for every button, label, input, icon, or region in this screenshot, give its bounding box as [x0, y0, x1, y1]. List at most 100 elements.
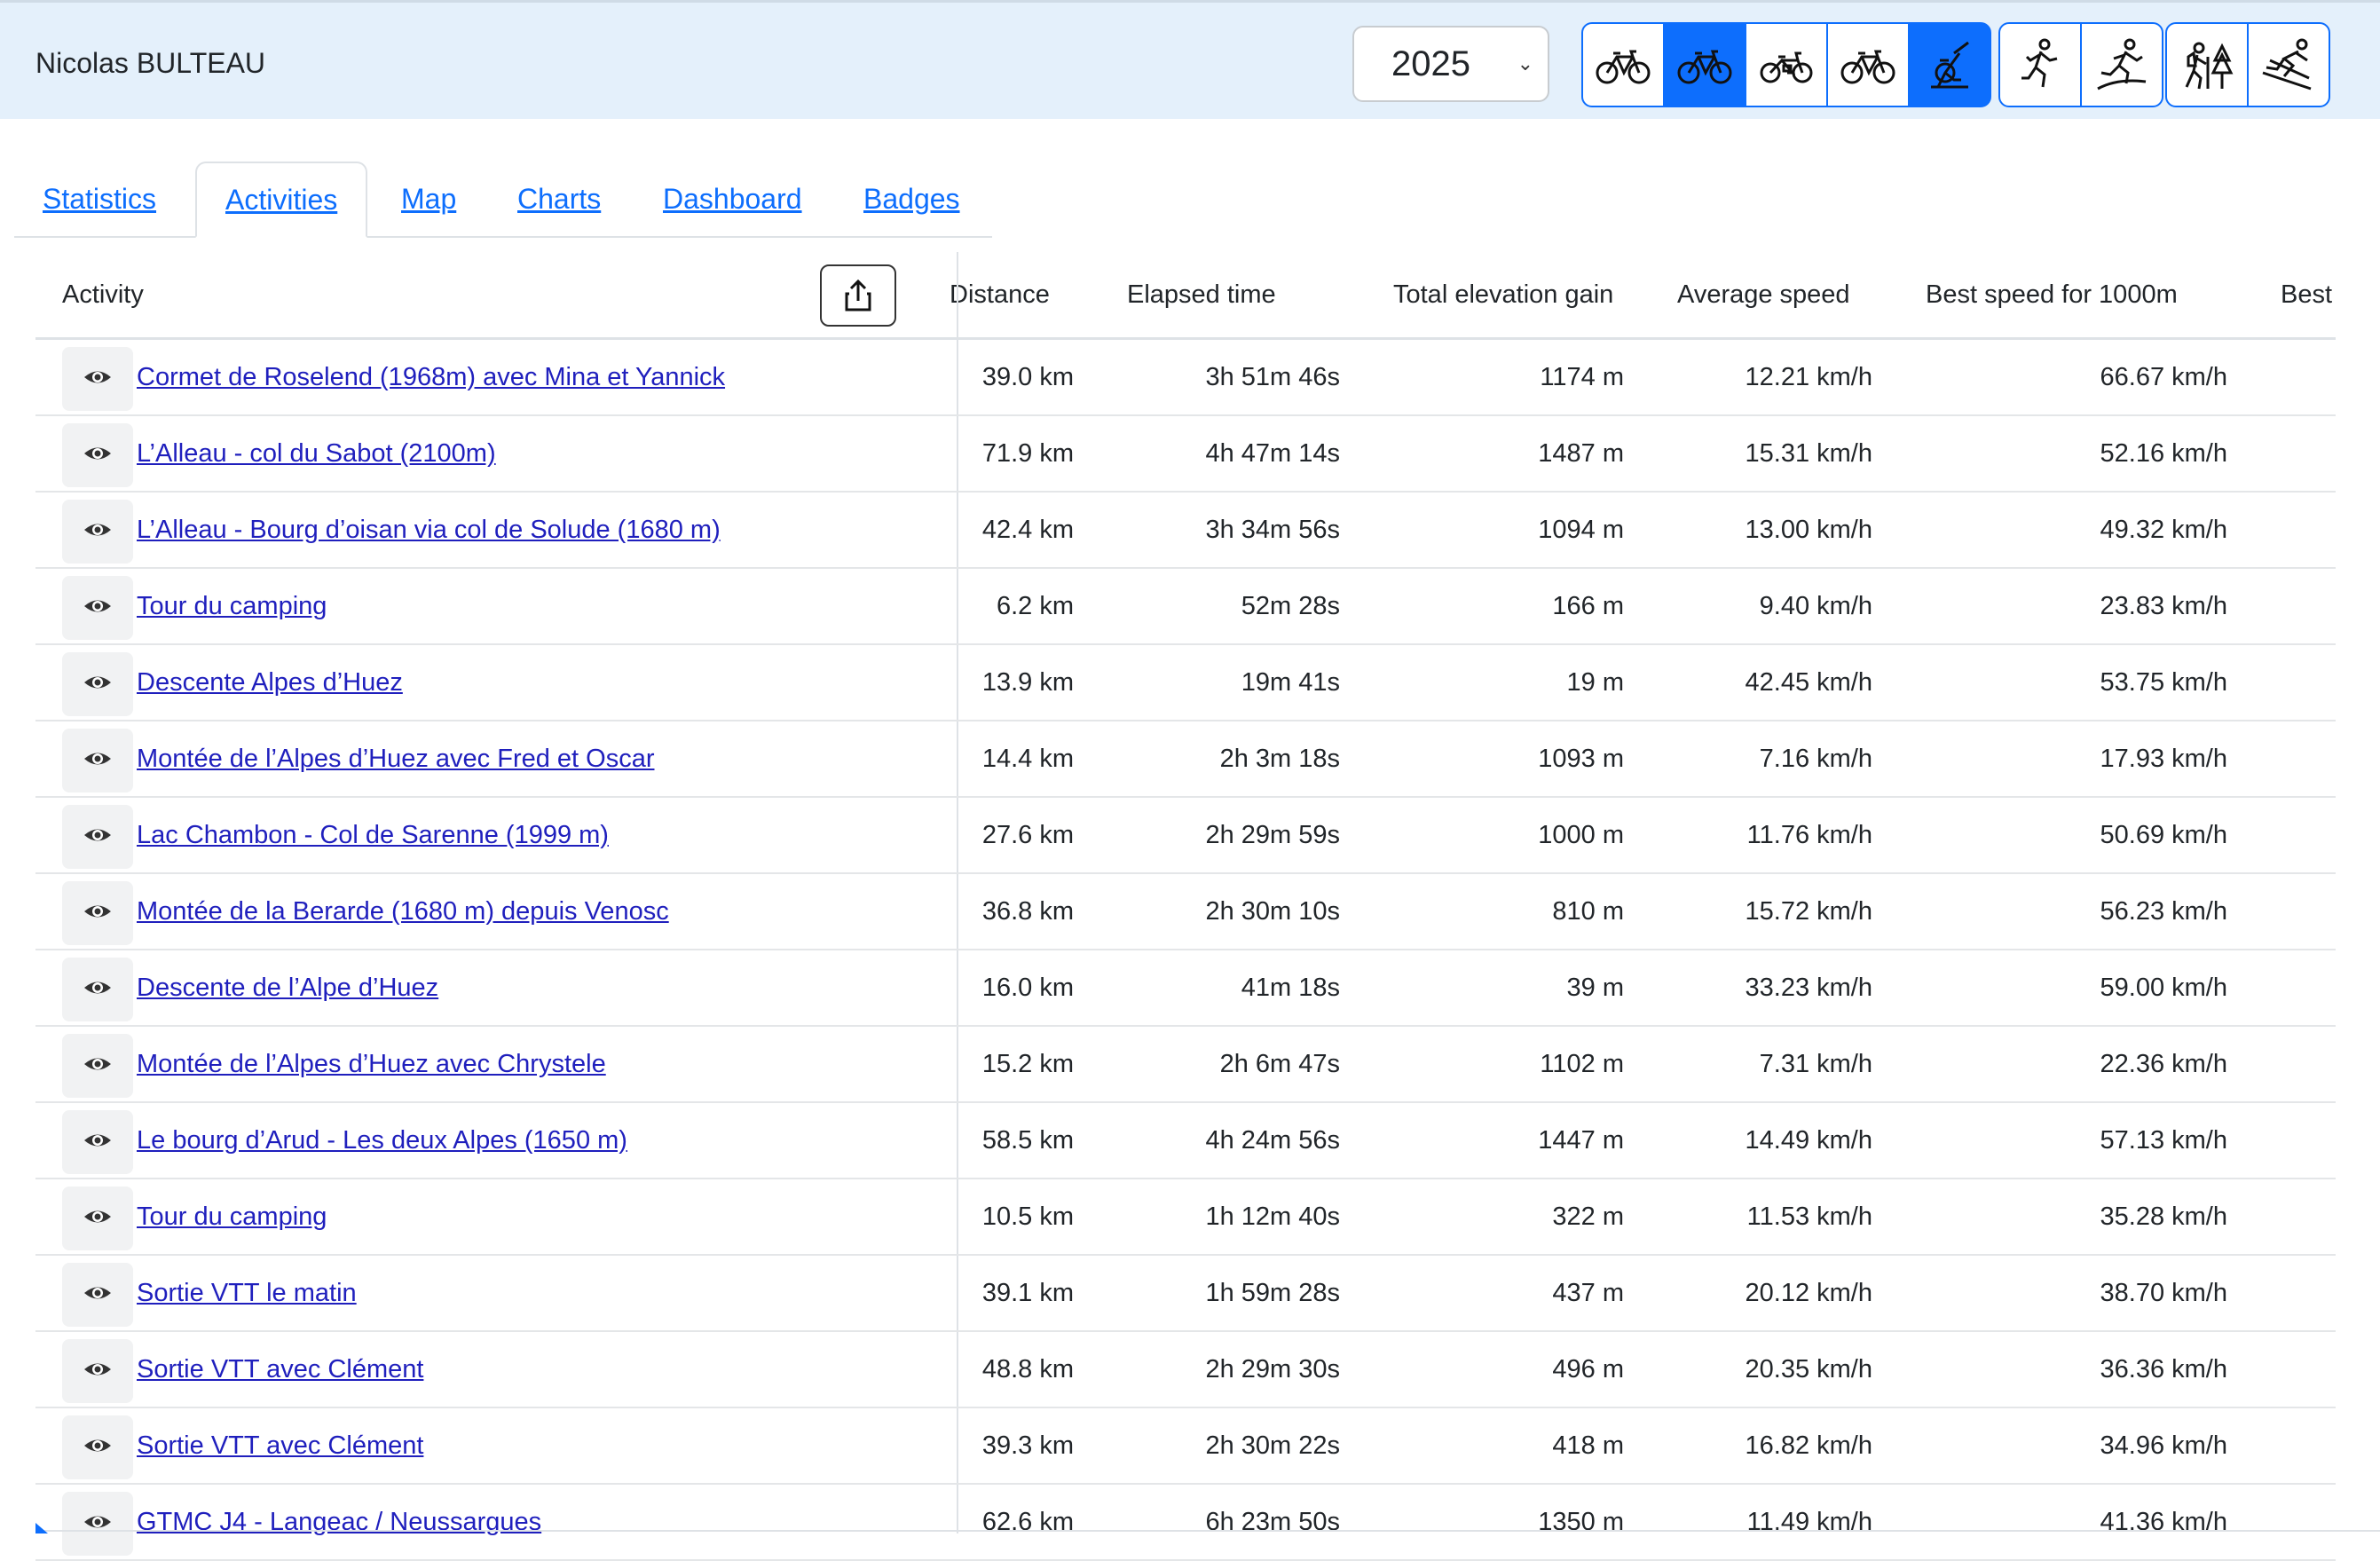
activity-link[interactable]: L’Alleau - Bourg d’oisan via col de Solu… [137, 493, 721, 567]
best-speed-cell: 56.23 km/h [2100, 897, 2227, 926]
elapsed-time-cell: 19m 41s [1241, 668, 1340, 697]
activity-link[interactable]: Tour du camping [137, 1179, 327, 1254]
header-best-more[interactable]: Best [2281, 252, 2332, 337]
activity-link[interactable]: Descente de l’Alpe d’Huez [137, 950, 438, 1025]
e-bike-button[interactable] [1745, 22, 1828, 107]
resize-handle[interactable] [35, 1523, 48, 1533]
tab-activities[interactable]: Activities [195, 162, 368, 238]
table-row: Sortie VTT le matin 39.1 km 1h 59m 28s 437 … [35, 1256, 2336, 1332]
view-activity-button[interactable] [62, 1263, 133, 1327]
year-select[interactable]: 2025 ⌄ [1352, 26, 1549, 102]
elevation-cell: 39 m [1566, 974, 1624, 1002]
view-activity-button[interactable] [62, 881, 133, 945]
best-speed-cell: 23.83 km/h [2100, 592, 2227, 620]
run-type-group [1998, 22, 2163, 107]
trail-running-button[interactable] [2080, 22, 2163, 107]
table-row: Tour du camping 6.2 km 52m 28s 166 m 9.40 km… [35, 569, 2336, 645]
activity-link[interactable]: Montée de l’Alpes d’Huez avec Chrystele [137, 1027, 606, 1101]
trail-running-icon [2097, 38, 2147, 91]
eye-icon [82, 1124, 114, 1161]
average-speed-cell: 20.12 km/h [1745, 1279, 1872, 1307]
elevation-cell: 19 m [1566, 668, 1624, 697]
elapsed-time-cell: 3h 34m 56s [1205, 516, 1340, 544]
view-activity-button[interactable] [62, 1187, 133, 1250]
road-bike-button[interactable] [1581, 22, 1665, 107]
elevation-cell: 322 m [1552, 1202, 1624, 1231]
distance-cell: 39.3 km [981, 1431, 1074, 1460]
hiking-button[interactable] [2165, 22, 2249, 107]
header-distance[interactable]: Distance [950, 252, 1050, 337]
mountain-bike-button[interactable] [1663, 22, 1746, 107]
activity-link[interactable]: Le bourg d’Arud - Les deux Alpes (1650 m… [137, 1103, 627, 1178]
best-speed-cell: 38.70 km/h [2100, 1279, 2227, 1307]
view-activity-button[interactable] [62, 1339, 133, 1403]
stationary-bike-button[interactable] [1908, 22, 1991, 107]
elevation-cell: 1094 m [1538, 516, 1624, 544]
skiing-button[interactable] [2247, 22, 2330, 107]
chevron-down-icon: ⌄ [1517, 52, 1533, 75]
activity-link[interactable]: Tour du camping [137, 569, 327, 643]
best-speed-cell: 53.75 km/h [2100, 668, 2227, 697]
elevation-cell: 166 m [1552, 592, 1624, 620]
hiking-icon [2185, 42, 2234, 90]
activity-link[interactable]: Montée de l’Alpes d’Huez avec Fred et Os… [137, 721, 655, 796]
distance-cell: 58.5 km [981, 1126, 1074, 1155]
header-average-speed[interactable]: Average speed [1677, 252, 1850, 337]
view-activity-button[interactable] [62, 1415, 133, 1479]
elevation-cell: 437 m [1552, 1279, 1624, 1307]
road-bike-icon [1596, 50, 1651, 84]
activity-link[interactable]: GTMC J4 - Langeac / Neussargues [137, 1485, 541, 1559]
best-speed-cell: 59.00 km/h [2100, 974, 2227, 1002]
activity-link[interactable]: Descente Alpes d’Huez [137, 645, 403, 720]
average-speed-cell: 42.45 km/h [1745, 668, 1872, 697]
tab-charts[interactable]: Charts [489, 162, 629, 236]
view-activity-button[interactable] [62, 1492, 133, 1556]
view-activity-button[interactable] [62, 347, 133, 411]
table-row: Montée de la Berarde (1680 m) depuis Ven… [35, 874, 2336, 950]
view-activity-button[interactable] [62, 805, 133, 869]
activity-link[interactable]: Sortie VTT le matin [137, 1256, 357, 1330]
view-activity-button[interactable] [62, 958, 133, 1021]
view-activity-button[interactable] [62, 1034, 133, 1098]
average-speed-cell: 20.35 km/h [1745, 1355, 1872, 1384]
gravel-bike-button[interactable] [1826, 22, 1910, 107]
activity-link[interactable]: Sortie VTT avec Clément [137, 1332, 423, 1407]
tab-dashboard[interactable]: Dashboard [634, 162, 831, 236]
eye-icon [82, 743, 114, 779]
view-activity-button[interactable] [62, 1110, 133, 1174]
distance-cell: 27.6 km [981, 821, 1074, 849]
table-row: Cormet de Roselend (1968m) avec Mina et … [35, 340, 2336, 416]
tab-badges[interactable]: Badges [835, 162, 989, 236]
tab-map[interactable]: Map [373, 162, 485, 236]
export-button[interactable] [820, 264, 896, 327]
activities-table: Activity Distance Elapsed time Total ele… [35, 252, 2336, 1561]
activity-link[interactable]: Montée de la Berarde (1680 m) depuis Ven… [137, 874, 669, 949]
average-speed-cell: 11.49 km/h [1746, 1508, 1872, 1536]
view-activity-button[interactable] [62, 729, 133, 792]
elapsed-time-cell: 2h 29m 30s [1205, 1355, 1340, 1384]
eye-icon [82, 438, 114, 474]
distance-cell: 10.5 km [981, 1202, 1074, 1231]
main-tabs: Statistics Activities Map Charts Dashboa… [14, 162, 992, 238]
header-best-speed-1000m[interactable]: Best speed for 1000m [1926, 252, 2178, 337]
activity-link[interactable]: L’Alleau - col du Sabot (2100m) [137, 416, 496, 491]
table-row: L’Alleau - col du Sabot (2100m) 71.9 km 4h… [35, 416, 2336, 493]
view-activity-button[interactable] [62, 423, 133, 487]
header-elevation-gain[interactable]: Total elevation gain [1393, 252, 1613, 337]
header-elapsed-time[interactable]: Elapsed time [1127, 252, 1276, 337]
view-activity-button[interactable] [62, 652, 133, 716]
best-speed-cell: 49.32 km/h [2100, 516, 2227, 544]
running-button[interactable] [1998, 22, 2082, 107]
best-speed-cell: 50.69 km/h [2100, 821, 2227, 849]
elapsed-time-cell: 1h 59m 28s [1205, 1279, 1340, 1307]
eye-icon [82, 1430, 114, 1466]
activity-link[interactable]: Lac Chambon - Col de Sarenne (1999 m) [137, 798, 609, 872]
view-activity-button[interactable] [62, 576, 133, 640]
distance-cell: 48.8 km [981, 1355, 1074, 1384]
tab-statistics[interactable]: Statistics [14, 162, 185, 236]
elapsed-time-cell: 3h 51m 46s [1205, 363, 1340, 391]
header-activity[interactable]: Activity [62, 252, 144, 337]
view-activity-button[interactable] [62, 500, 133, 564]
activity-link[interactable]: Sortie VTT avec Clément [137, 1408, 423, 1483]
activity-link[interactable]: Cormet de Roselend (1968m) avec Mina et … [137, 340, 725, 414]
